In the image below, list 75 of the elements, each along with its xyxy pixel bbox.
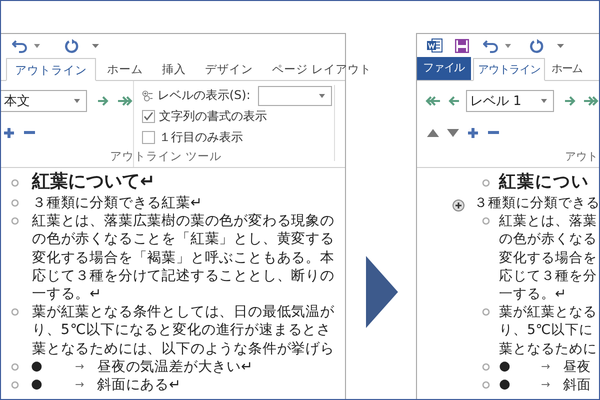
option-label: 文字列の書式の表示	[159, 108, 267, 125]
caret-icon[interactable]	[34, 44, 40, 48]
collapse-icon[interactable]	[24, 131, 35, 135]
group-label: アウト	[565, 149, 598, 164]
option-label: １行目のみ表示	[159, 129, 243, 146]
paragraph-text: 昼夜の気温差が大きい↵	[97, 358, 254, 376]
collapse-icon[interactable]	[488, 131, 499, 135]
outline-marker-icon[interactable]	[482, 179, 490, 187]
document-app-icon[interactable]	[427, 38, 443, 53]
double-arrow-icon[interactable]	[583, 96, 599, 106]
caret-icon	[319, 94, 325, 98]
bullet: ●	[499, 376, 512, 394]
caret-icon[interactable]	[557, 44, 564, 48]
ribbon-tab[interactable]: ページ レイアウト	[264, 58, 380, 80]
outline-marker-icon[interactable]	[11, 217, 19, 226]
show-level-dropdown[interactable]	[258, 86, 332, 106]
ribbon-tab[interactable]: ホーム	[547, 58, 587, 80]
paragraph-text: 葉が紅葉となる条件としては、日の最低気温が り、5℃以下になると変化の進行が速まるとさ 葉となるためには、以下のような条件が挙げら	[32, 303, 334, 358]
show-level-label: レベルの表示(S):	[157, 87, 250, 104]
bullet: ●	[31, 358, 44, 376]
ribbon-tab[interactable]: ホーム	[99, 58, 151, 80]
paragraph-text: 紅葉とは、落葉広葉樹の葉の色が変わる現象の の色が赤くなることを「紅葉」とし、黄変する 変化する場合を「褐葉」と呼ぶこともある。本 応じて３種を分けて記述することとし、断りの 一する。↵	[32, 212, 334, 304]
paragraph-text: 斜面	[563, 376, 591, 394]
paragraph-text: ３種類に分類できる	[474, 194, 599, 212]
tab-arrow: →	[75, 358, 86, 375]
redo-icon[interactable]	[529, 38, 545, 54]
outline-marker-icon[interactable]	[482, 381, 490, 390]
expand-icon[interactable]	[4, 128, 14, 138]
outline-marker-icon[interactable]	[482, 308, 490, 316]
outline-level-dropdown[interactable]: 本文	[1, 90, 87, 112]
ribbon-tab[interactable]: アウトライン	[473, 58, 546, 81]
outline-marker-icon[interactable]	[482, 362, 490, 371]
tab-arrow: →	[541, 358, 552, 375]
promote-arrow-icon[interactable]	[448, 96, 460, 106]
paragraph-text: 昼夜	[563, 358, 591, 376]
group-label: アウトライン ツール	[110, 149, 222, 164]
show-level-icon	[142, 88, 154, 102]
demote-arrow-icon[interactable]	[97, 96, 109, 106]
ribbon-tab[interactable]: アウトライン	[6, 58, 96, 81]
bullet: ●	[31, 376, 44, 394]
ribbon-tab[interactable]: ファイル	[417, 57, 471, 80]
bullet: ●	[499, 358, 512, 376]
caret-icon	[541, 99, 547, 103]
outline-marker-icon[interactable]	[11, 381, 19, 390]
paragraph-text: ３種類に分類できる紅葉↵	[32, 194, 203, 212]
tab-arrow: →	[541, 377, 552, 394]
outline-marker-icon[interactable]	[11, 308, 19, 316]
expand-marker-icon[interactable]	[452, 199, 465, 212]
caret-icon	[74, 99, 80, 103]
paragraph-text: 葉が紅葉となる り、5℃以下に 葉となるために	[499, 303, 597, 358]
checkbox[interactable]	[142, 110, 155, 123]
tab-arrow: →	[75, 377, 86, 394]
outline-marker-icon[interactable]	[11, 362, 19, 371]
redo-icon[interactable]	[64, 38, 80, 54]
outline-level-dropdown[interactable]: レベル 1	[466, 90, 554, 112]
outline-marker-icon[interactable]	[482, 217, 490, 226]
demote-arrow-icon[interactable]	[564, 96, 576, 106]
expand-icon[interactable]	[468, 128, 478, 138]
outline-marker-icon[interactable]	[11, 199, 19, 207]
paragraph-text: 斜面にある↵	[97, 376, 182, 394]
double-arrow-icon[interactable]	[425, 96, 441, 106]
paragraph-text: 紅葉とは、落葉 の色が赤くなる 変化する場合を 応じて３種を分 一する。↵	[499, 212, 597, 304]
double-arrow-icon[interactable]	[117, 96, 133, 106]
caret-icon[interactable]	[505, 44, 511, 48]
outline-marker-icon[interactable]	[11, 179, 19, 187]
right-arrow-icon	[366, 256, 398, 328]
paragraph-text: 紅葉につい	[499, 171, 589, 193]
paragraph-text: 紅葉について↵	[32, 171, 156, 193]
save-icon[interactable]	[455, 38, 469, 52]
move-down-icon[interactable]	[447, 129, 459, 137]
checkbox[interactable]	[142, 131, 155, 144]
caret-icon[interactable]	[92, 44, 99, 48]
move-up-icon[interactable]	[427, 129, 439, 137]
ribbon-tab[interactable]: デザイン	[197, 58, 261, 80]
ribbon-tab[interactable]: 挿入	[154, 58, 194, 80]
